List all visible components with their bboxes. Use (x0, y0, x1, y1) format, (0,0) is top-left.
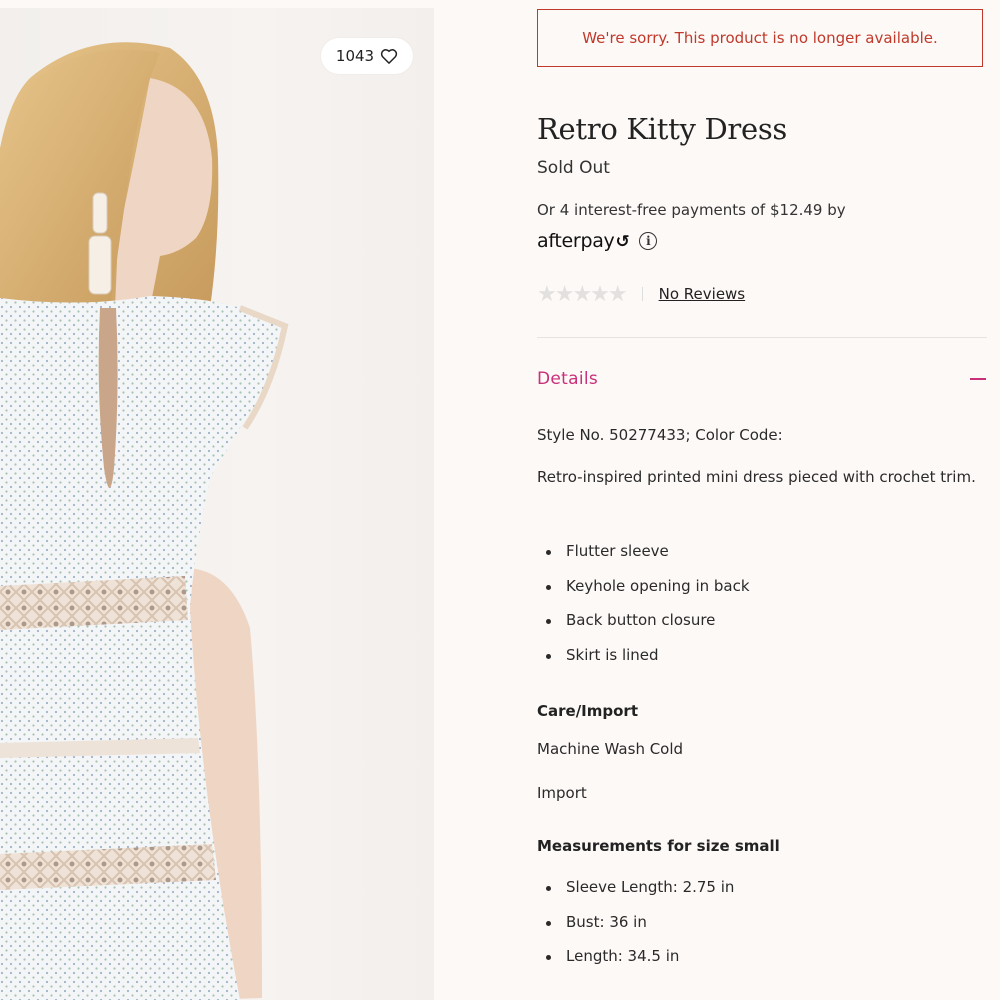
rating-stars: ★★★★★ (537, 281, 628, 307)
unavailable-alert: We're sorry. This product is no longer a… (537, 9, 983, 67)
afterpay-mark-icon: ↺ (615, 232, 630, 252)
info-icon[interactable]: i (639, 232, 658, 250)
care-instruction: Machine Wash Cold (537, 740, 684, 758)
rating: ★★★★★ No Reviews (537, 281, 746, 307)
collapse-icon[interactable] (970, 378, 986, 380)
list-item: Bust: 36 in (537, 905, 734, 940)
details-title: Details (537, 369, 599, 389)
list-item: Keyhole opening in back (537, 569, 750, 604)
alert-message: We're sorry. This product is no longer a… (582, 29, 938, 47)
style-number: Style No. 50277433; Color Code: (537, 426, 783, 444)
afterpay-installments-text: Or 4 interest-free payments of $12.49 by (537, 201, 846, 219)
details-accordion-header[interactable]: Details (537, 366, 987, 392)
list-item: Flutter sleeve (537, 534, 750, 569)
feature-list: Flutter sleeve Keyhole opening in back B… (537, 534, 750, 672)
section-divider (537, 337, 987, 338)
rating-separator (641, 287, 643, 301)
list-item: Sleeve Length: 2.75 in (537, 870, 734, 905)
product-image[interactable]: 1043 (0, 8, 434, 1000)
heart-icon (380, 49, 398, 64)
list-item: Back button closure (537, 603, 750, 638)
afterpay-logo: afterpay↺ (537, 230, 630, 252)
measurements-heading: Measurements for size small (537, 837, 780, 855)
no-reviews-link[interactable]: No Reviews (659, 285, 746, 303)
import-info: Import (537, 784, 587, 802)
care-heading: Care/Import (537, 702, 639, 720)
list-item: Length: 34.5 in (537, 939, 734, 974)
afterpay-row: afterpay↺ i (537, 227, 658, 255)
stock-status: Sold Out (537, 158, 610, 178)
product-photo-illustration (0, 42, 289, 1000)
product-title: Retro Kitty Dress (537, 112, 787, 146)
measurements-list: Sleeve Length: 2.75 in Bust: 36 in Lengt… (537, 870, 734, 974)
like-count: 1043 (335, 47, 375, 65)
list-item: Skirt is lined (537, 638, 750, 673)
product-description: Retro-inspired printed mini dress pieced… (537, 468, 976, 486)
like-button[interactable]: 1043 (321, 38, 413, 74)
